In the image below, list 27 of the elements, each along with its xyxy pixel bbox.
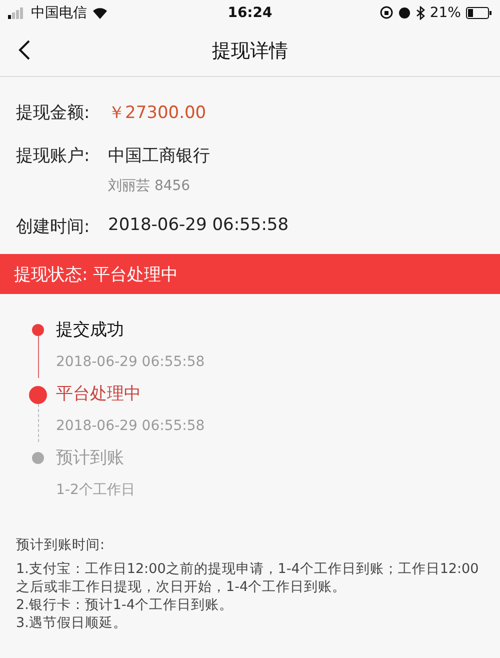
account-holder: 刘丽芸 8456 <box>108 177 192 195</box>
note-text: 3.遇节假日顺延。 <box>16 614 128 632</box>
field-value: 中国工商银行 <box>108 145 210 167</box>
battery-icon <box>466 6 492 18</box>
step-time: 1-2个工作日 <box>56 481 135 500</box>
wifi-icon <box>92 6 108 18</box>
step-time: 2018-06-29 06:55:58 <box>56 417 205 436</box>
step-time: 2018-06-29 06:55:58 <box>56 353 205 372</box>
page-title: 提现详情 <box>212 38 288 64</box>
signal-icon <box>8 6 26 18</box>
step-title: 提交成功 <box>56 319 125 342</box>
notes-heading: 预计到账时间: <box>16 536 106 554</box>
carrier-name: 中国电信 <box>31 4 87 22</box>
field-value: 2018-06-29 06:55:58 <box>108 215 289 235</box>
note-text: 1.支付宝：工作日12:00之前的提现申请，1-4个工作日到账；工作日12:00之后或非工作日提现，次日开始，1-4个工作日到账。 <box>16 560 480 596</box>
step-title: 平台处理中 <box>56 383 142 406</box>
clock-time: 16:24 <box>228 4 272 20</box>
field-label: 创建时间: <box>16 216 91 238</box>
note-text: 2.银行卡：预计1-4个工作日到账。 <box>16 596 234 614</box>
field-label: 提现账户: <box>16 145 91 168</box>
step-title: 预计到账 <box>56 447 125 470</box>
bluetooth-icon <box>416 6 425 20</box>
status-banner: 提现状态: 平台处理中 <box>0 254 500 294</box>
field-label: 提现金额: <box>16 102 91 124</box>
field-value: ￥27300.00 <box>108 102 206 124</box>
rotation-lock-icon <box>380 6 393 19</box>
battery-percent: 21% <box>430 4 461 20</box>
